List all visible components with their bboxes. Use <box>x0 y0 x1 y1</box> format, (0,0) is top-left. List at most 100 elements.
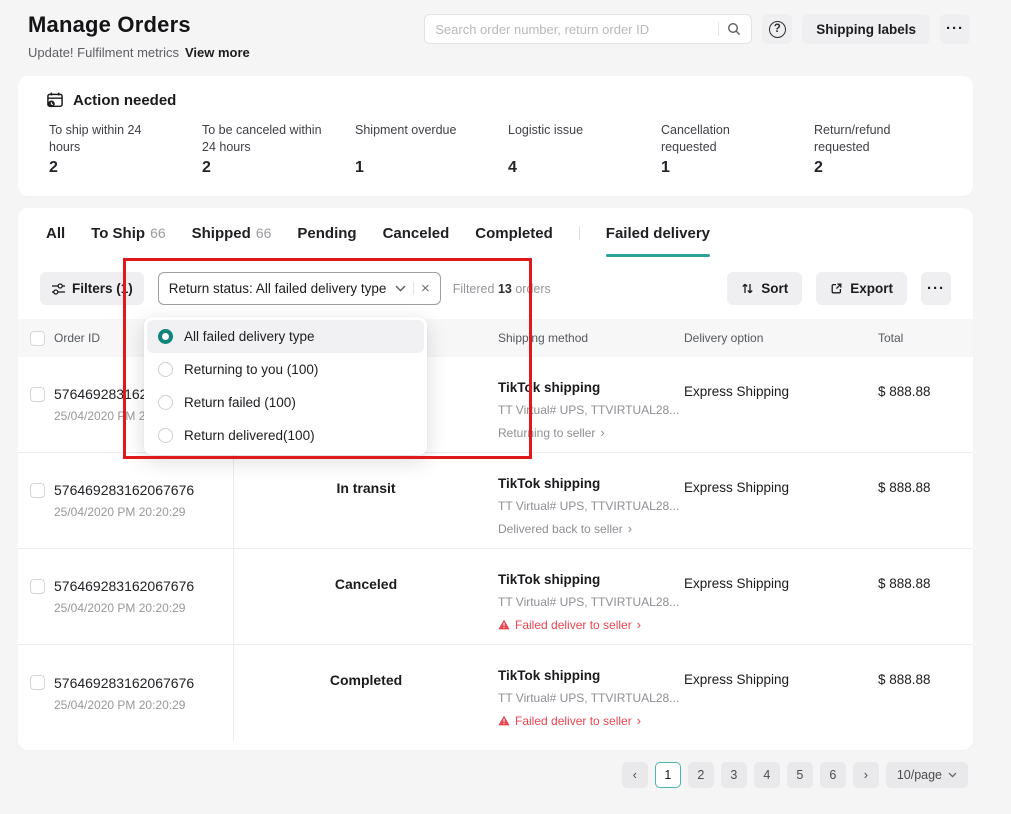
page-button-1[interactable]: 1 <box>655 762 681 788</box>
row-checkbox[interactable] <box>30 483 45 498</box>
chevron-right-icon: › <box>637 617 641 632</box>
action-needed-header: Action needed <box>46 91 945 109</box>
radio-icon[interactable] <box>158 428 173 443</box>
header-more-button[interactable]: ··· <box>940 14 970 44</box>
tab-canceled[interactable]: Canceled <box>383 208 450 258</box>
row-checkbox[interactable] <box>30 387 45 402</box>
shipping-method: TikTok shipping <box>498 380 684 395</box>
order-tabs: All To Ship 66 Shipped 66 Pending Cancel… <box>18 208 973 258</box>
action-metrics: To ship within 24 hours 2 To be canceled… <box>46 122 945 177</box>
shipping-method: TikTok shipping <box>498 668 684 683</box>
tab-pending[interactable]: Pending <box>297 208 356 258</box>
shipping-labels-button[interactable]: Shipping labels <box>802 14 930 44</box>
orders-panel: All To Ship 66 Shipped 66 Pending Cancel… <box>18 208 973 750</box>
return-status-dropdown: All failed delivery type Returning to yo… <box>144 317 427 455</box>
shipping-status-link[interactable]: Delivered back to seller › <box>498 521 684 536</box>
dropdown-option-all-failed[interactable]: All failed delivery type <box>147 320 424 353</box>
metric-cancellation-requested[interactable]: Cancellation requested 1 <box>658 122 811 177</box>
warning-icon <box>498 715 510 726</box>
help-button[interactable]: ? <box>762 14 792 44</box>
metric-to-be-canceled[interactable]: To be canceled within 24 hours 2 <box>199 122 352 177</box>
page-button-4[interactable]: 4 <box>754 762 780 788</box>
metric-to-ship[interactable]: To ship within 24 hours 2 <box>46 122 199 177</box>
ellipsis-icon: ··· <box>927 284 945 294</box>
page-button-5[interactable]: 5 <box>787 762 813 788</box>
metric-return-refund[interactable]: Return/refund requested 2 <box>811 122 971 177</box>
search-icon[interactable] <box>727 22 741 36</box>
toolbar-more-button[interactable]: ··· <box>921 272 951 305</box>
chevron-right-icon: › <box>637 713 641 728</box>
col-shipping-method: Shipping method <box>498 331 684 345</box>
filters-icon <box>51 282 65 296</box>
filters-button[interactable]: Filters (1) <box>40 272 144 305</box>
export-button[interactable]: Export <box>816 272 907 305</box>
table-row: 576469283162067676 25/04/2020 PM 20:20:2… <box>18 549 973 645</box>
shipping-failed-link[interactable]: Failed deliver to seller › <box>498 617 684 632</box>
shipping-cell: TikTok shipping TT Virtual# UPS, TTVIRTU… <box>498 645 684 741</box>
pagination: ‹ 1 2 3 4 5 6 › 10/page <box>0 762 1011 788</box>
order-status: In transit <box>234 453 498 548</box>
next-page-button[interactable]: › <box>853 762 879 788</box>
chip-divider <box>413 282 414 295</box>
order-total: $ 888.88 <box>878 453 973 548</box>
chevron-down-icon[interactable] <box>395 285 406 292</box>
col-order-id: Order ID <box>54 331 100 345</box>
col-delivery-option: Delivery option <box>684 331 878 345</box>
delivery-option: Express Shipping <box>684 645 878 741</box>
metric-logistic-issue[interactable]: Logistic issue 4 <box>505 122 658 177</box>
return-status-filter-select[interactable]: Return status: All failed delivery type … <box>158 272 441 305</box>
tab-completed[interactable]: Completed <box>475 208 553 258</box>
shipping-failed-link[interactable]: Failed deliver to seller › <box>498 713 684 728</box>
tab-divider <box>579 226 580 240</box>
radio-selected-icon[interactable] <box>158 329 173 344</box>
order-search[interactable] <box>424 14 752 44</box>
order-total: $ 888.88 <box>878 645 973 741</box>
tab-failed-delivery[interactable]: Failed delivery <box>606 208 710 258</box>
order-date: 25/04/2020 PM 20:20:29 <box>54 505 233 519</box>
order-id-cell: 576469283162067676 25/04/2020 PM 20:20:2… <box>18 453 234 548</box>
shipping-cell: TikTok shipping TT Virtual# UPS, TTVIRTU… <box>498 453 684 548</box>
radio-icon[interactable] <box>158 395 173 410</box>
view-more-link[interactable]: View more <box>185 45 250 60</box>
select-all-checkbox[interactable] <box>30 331 45 346</box>
update-note-row: Update! Fulfilment metricsView more <box>28 45 1011 60</box>
order-id[interactable]: 576469283162067676 <box>54 675 194 691</box>
dropdown-option-return-failed[interactable]: Return failed (100) <box>147 386 424 419</box>
order-id[interactable]: 576469283162067676 <box>54 578 194 594</box>
prev-page-button[interactable]: ‹ <box>622 762 648 788</box>
chevron-right-icon: › <box>628 521 632 536</box>
table-row: 576469283162067676 25/04/2020 PM 20:20:2… <box>18 453 973 549</box>
sort-icon <box>741 282 754 295</box>
metric-shipment-overdue[interactable]: Shipment overdue 1 <box>352 122 505 177</box>
tab-count: 66 <box>150 225 166 241</box>
page-button-2[interactable]: 2 <box>688 762 714 788</box>
row-checkbox[interactable] <box>30 579 45 594</box>
search-divider <box>718 22 719 36</box>
radio-icon[interactable] <box>158 362 173 377</box>
tab-all[interactable]: All <box>46 208 65 258</box>
chevron-down-icon <box>948 772 957 778</box>
action-needed-title: Action needed <box>73 92 176 109</box>
shipping-cell: TikTok shipping TT Virtual# UPS, TTVIRTU… <box>498 549 684 644</box>
dropdown-option-return-delivered[interactable]: Return delivered(100) <box>147 419 424 452</box>
row-checkbox[interactable] <box>30 675 45 690</box>
clear-filter-icon[interactable]: × <box>421 281 430 296</box>
help-icon: ? <box>769 21 786 38</box>
tab-shipped[interactable]: Shipped 66 <box>192 208 272 258</box>
shipping-status-link[interactable]: Returning to seller › <box>498 425 684 440</box>
order-date: 25/04/2020 PM 20:20:29 <box>54 698 233 712</box>
sort-button[interactable]: Sort <box>727 272 802 305</box>
delivery-option: Express Shipping <box>684 357 878 452</box>
dropdown-option-returning-to-you[interactable]: Returning to you (100) <box>147 353 424 386</box>
search-input[interactable] <box>435 22 710 37</box>
page-button-3[interactable]: 3 <box>721 762 747 788</box>
toolbar-actions: Sort Export ··· <box>727 272 951 305</box>
order-date: 25/04/2020 PM 20:20:29 <box>54 601 233 615</box>
order-status: Completed <box>234 645 498 741</box>
order-id[interactable]: 576469283162067676 <box>54 482 194 498</box>
tracking-number: TT Virtual# UPS, TTVIRTUAL28... <box>498 499 684 513</box>
page-button-6[interactable]: 6 <box>820 762 846 788</box>
page-header: Manage Orders Update! Fulfilment metrics… <box>0 0 1011 70</box>
page-size-select[interactable]: 10/page <box>886 762 968 788</box>
tab-to-ship[interactable]: To Ship 66 <box>91 208 165 258</box>
